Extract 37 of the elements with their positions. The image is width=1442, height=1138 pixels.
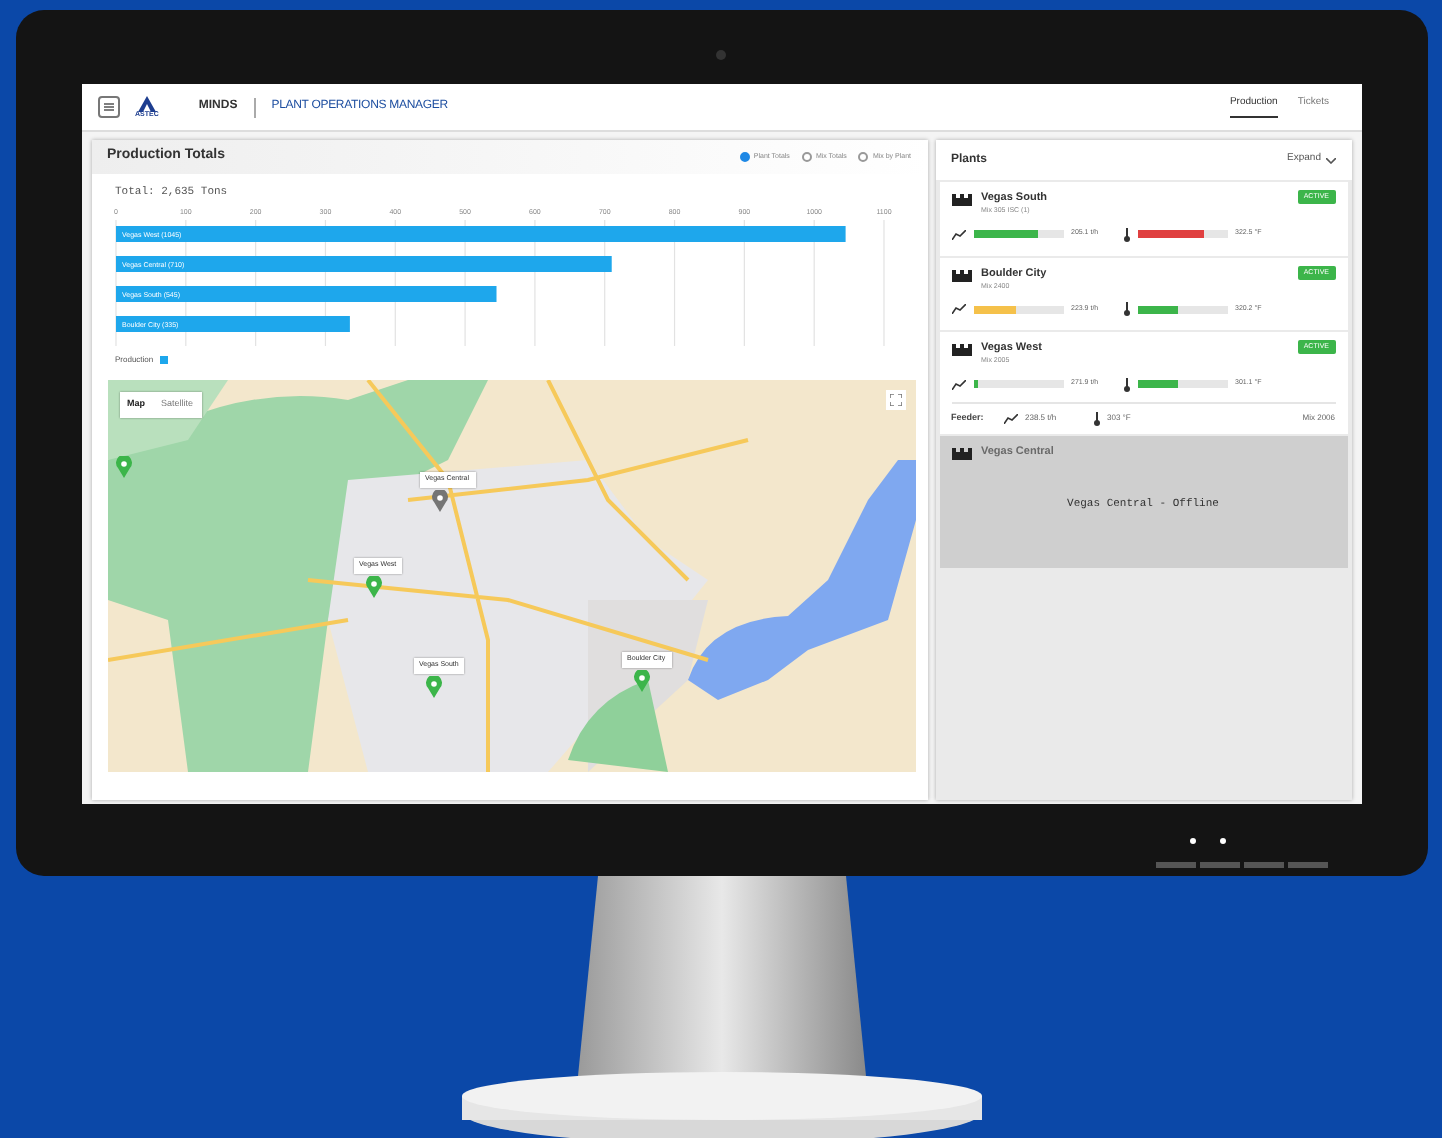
- factory-icon: [951, 340, 971, 356]
- bar[interactable]: [115, 226, 845, 243]
- map-pin-icon[interactable]: [115, 456, 131, 479]
- map-pin-icon[interactable]: [425, 676, 441, 699]
- chevron-icon: [1325, 157, 1335, 163]
- bar[interactable]: [115, 256, 611, 273]
- bezel-button[interactable]: [1199, 862, 1239, 868]
- radio-button[interactable]: [801, 152, 812, 162]
- bezel-button[interactable]: [1155, 862, 1195, 868]
- trend-icon: [1003, 413, 1017, 423]
- trend-icon: [951, 304, 965, 314]
- thermometer-icon: [1123, 227, 1129, 241]
- fullscreen-button[interactable]: [885, 390, 905, 411]
- factory-icon: [951, 443, 971, 459]
- radio-button[interactable]: [739, 152, 750, 162]
- factory-icon: [951, 190, 971, 206]
- factory-icon: [951, 265, 971, 281]
- trend-icon: [951, 229, 965, 239]
- map-pin-icon[interactable]: [431, 490, 447, 513]
- bezel-button[interactable]: [1243, 862, 1283, 868]
- indicator-light: [1219, 838, 1225, 844]
- legend-swatch: [159, 356, 168, 365]
- thermometer-icon: [1123, 302, 1129, 316]
- bezel-button[interactable]: [1287, 862, 1327, 868]
- map-pin-icon[interactable]: [365, 576, 381, 599]
- map-pin-icon[interactable]: [633, 670, 649, 693]
- bar[interactable]: [115, 286, 496, 303]
- logo-icon: [137, 95, 156, 112]
- menu-icon: [103, 102, 113, 112]
- radio-button[interactable]: [858, 152, 869, 162]
- menu-button[interactable]: [97, 96, 119, 118]
- thermometer-icon: [1093, 411, 1099, 425]
- trend-icon: [951, 379, 965, 389]
- thermometer-icon: [1123, 377, 1129, 391]
- indicator-light: [1189, 838, 1195, 844]
- bar[interactable]: [115, 316, 349, 333]
- camera-icon: [716, 50, 726, 60]
